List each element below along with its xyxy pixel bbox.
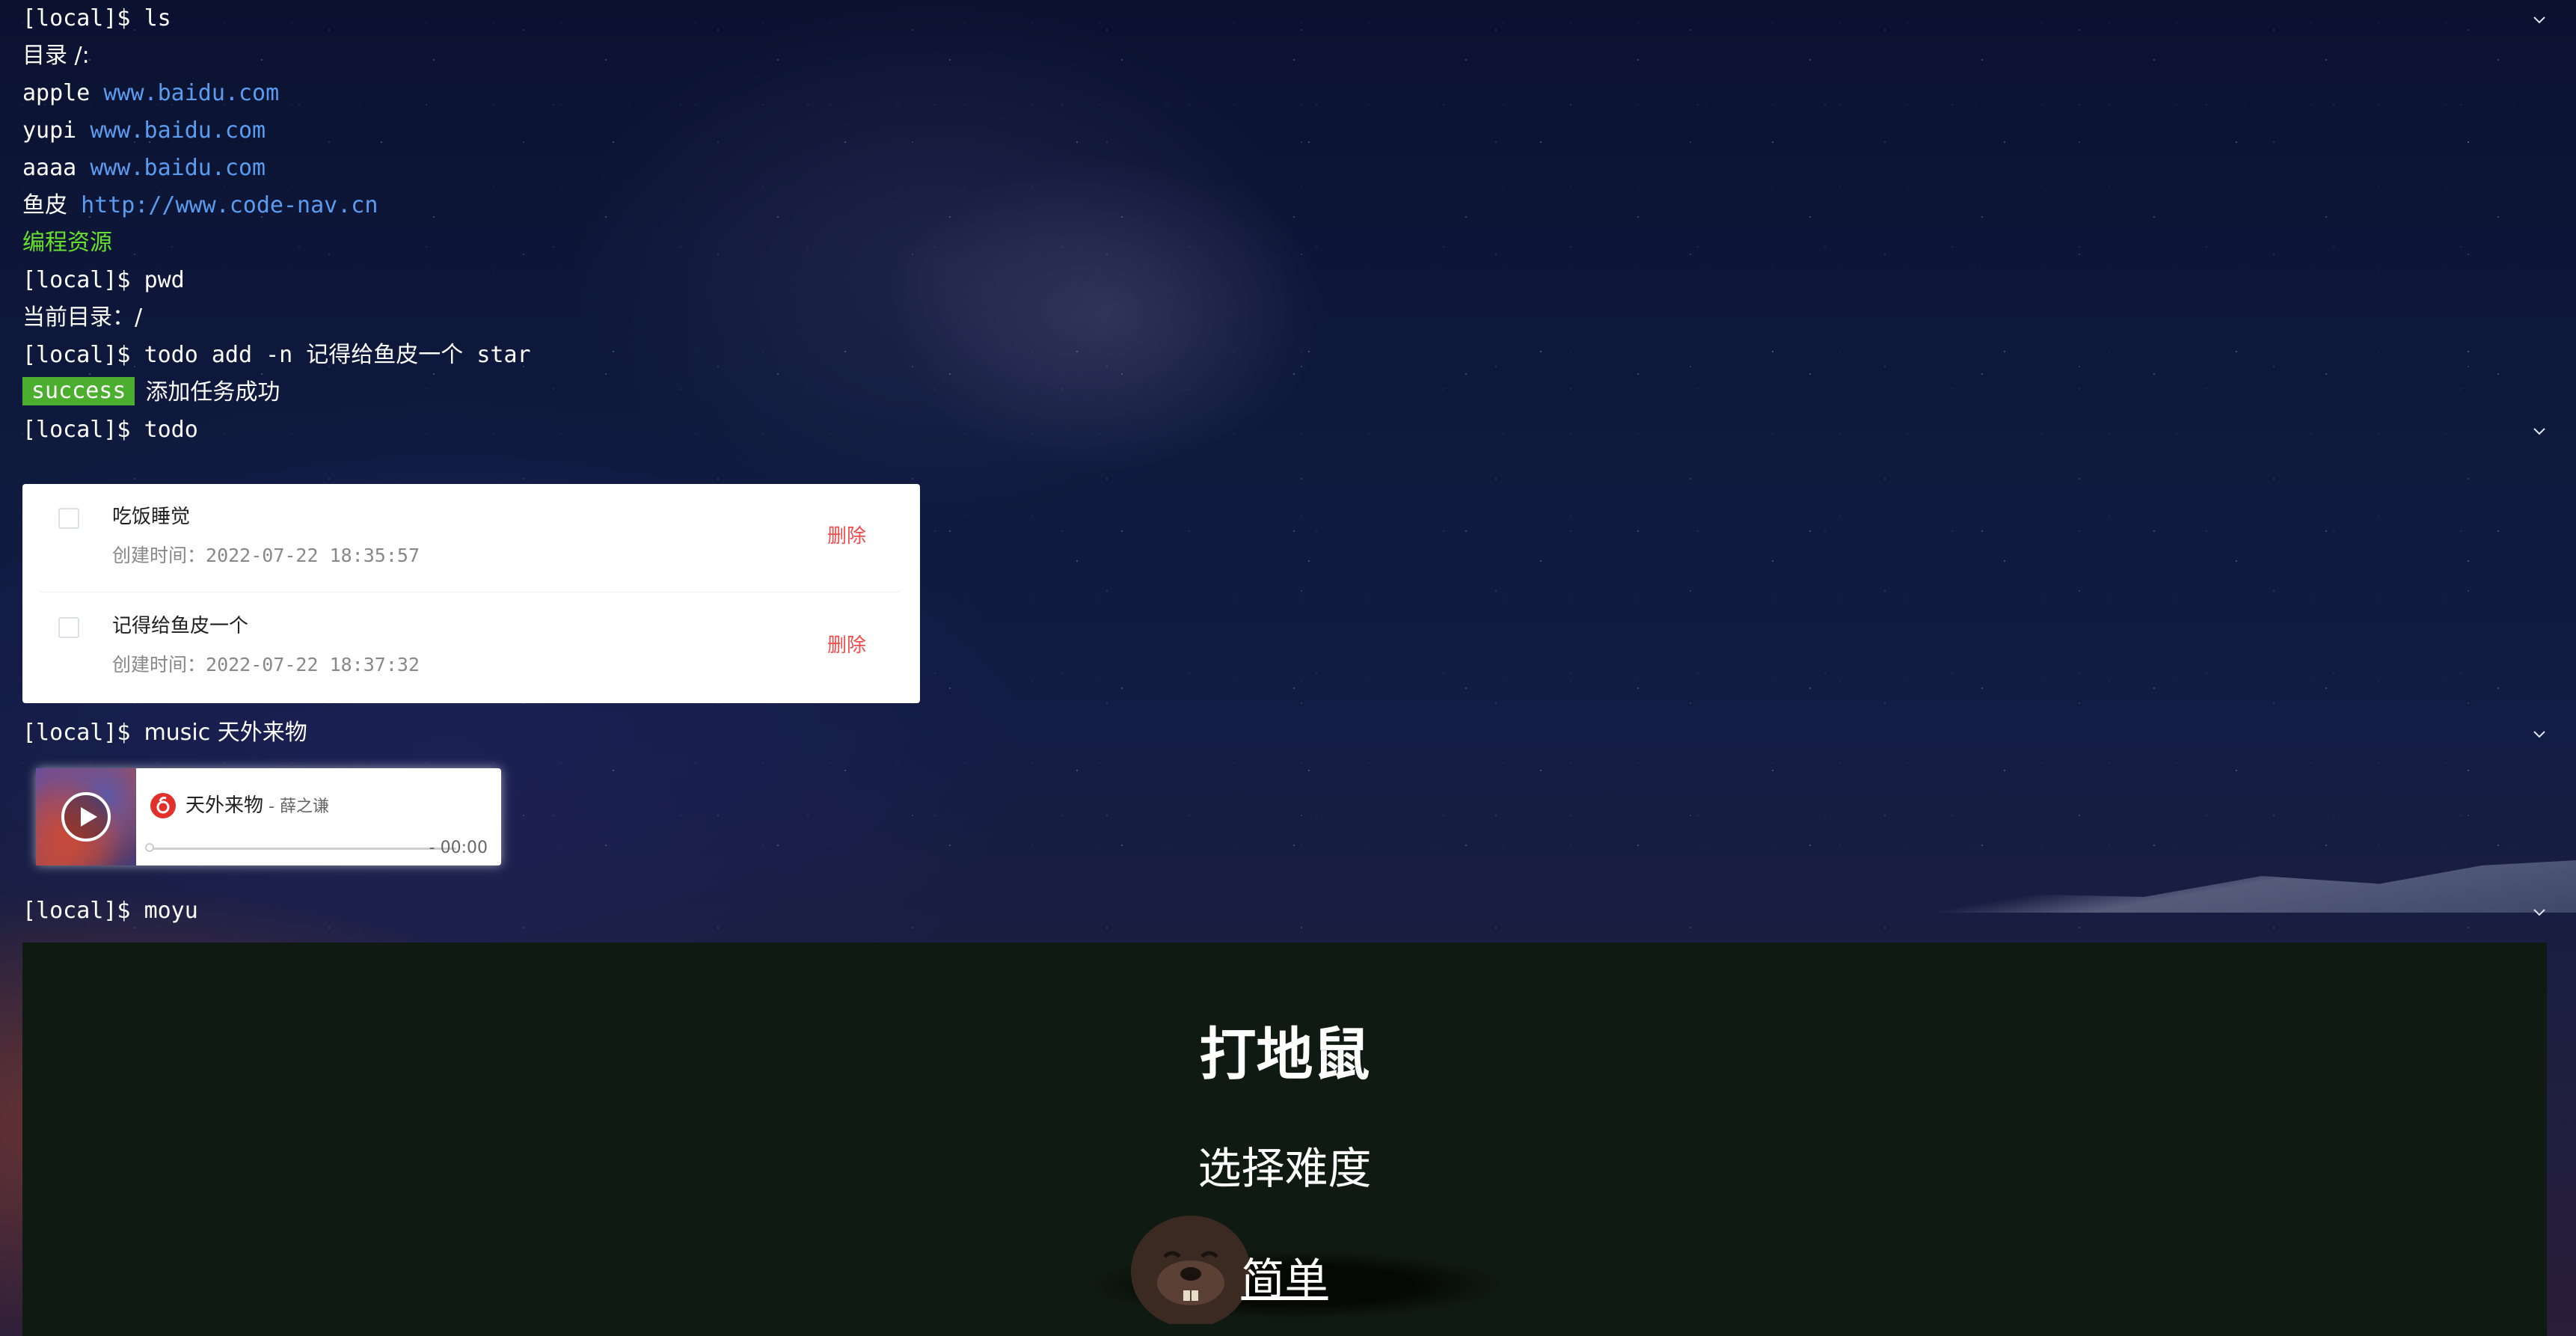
- prompt: [local]$: [22, 720, 144, 746]
- ls-dir-label: 目录 /:: [22, 43, 90, 69]
- command-line-moyu: [local]$ moyu: [22, 892, 2551, 930]
- progress-knob[interactable]: [145, 843, 154, 852]
- chevron-down-icon[interactable]: [2528, 4, 2551, 27]
- entry-name: yupi: [22, 117, 77, 144]
- music-player: 天外来物 - 薛之谦 - 00:00: [36, 768, 501, 865]
- chevron-down-icon[interactable]: [2528, 897, 2551, 919]
- time-label: 创建时间：: [112, 545, 206, 566]
- entry-link[interactable]: http://www.code-nav.cn: [81, 192, 378, 218]
- prompt: [local]$: [22, 417, 144, 443]
- time-label: 创建时间：: [112, 654, 206, 675]
- terminal-moyu-section: [local]$ moyu: [22, 892, 2551, 930]
- command-text: moyu: [144, 898, 198, 924]
- entry-name: aaaa: [22, 155, 77, 181]
- command-line-todo-add: [local]$ todo add -n 记得给鱼皮一个 star: [22, 337, 2551, 374]
- time-value: 2022-07-22 18:35:57: [206, 545, 420, 566]
- todo-list-card: 吃饭睡觉 创建时间：2022-07-22 18:35:57 删除 记得给鱼皮一个…: [22, 484, 920, 703]
- command-text: music 天外来物: [144, 720, 307, 746]
- list-item: 鱼皮 http://www.code-nav.cn: [22, 187, 2551, 224]
- delete-button[interactable]: 删除: [827, 523, 866, 550]
- command-text: pwd: [144, 267, 185, 293]
- prompt: [local]$: [22, 342, 144, 368]
- todo-add-result: success 添加任务成功: [22, 374, 2551, 411]
- todo-checkbox[interactable]: [58, 617, 79, 638]
- time-value: 2022-07-22 18:37:32: [206, 654, 420, 675]
- difficulty-label: 选择难度: [1197, 1143, 1372, 1194]
- prompt: [local]$: [22, 5, 144, 31]
- chevron-down-icon[interactable]: [2528, 416, 2551, 438]
- prompt: [local]$: [22, 267, 144, 293]
- game-title: 打地鼠: [1199, 1021, 1370, 1088]
- chevron-down-icon[interactable]: [2528, 719, 2551, 741]
- terminal-music-section: [local]$ music 天外来物: [22, 714, 2551, 752]
- todo-title: 吃饭睡觉: [112, 506, 191, 528]
- delete-button[interactable]: 删除: [827, 632, 866, 659]
- command-line-todo: [local]$ todo: [22, 411, 2551, 449]
- play-icon[interactable]: [60, 791, 112, 843]
- command-line-ls: [local]$ ls: [22, 0, 2551, 37]
- pwd-output: 当前目录：/: [22, 304, 143, 331]
- difficulty-easy-button[interactable]: 简单: [22, 1249, 2547, 1309]
- entry-link[interactable]: www.baidu.com: [103, 80, 279, 106]
- list-item: aaaa www.baidu.com: [22, 150, 2551, 187]
- list-item: 记得给鱼皮一个 创建时间：2022-07-22 18:37:32 删除: [40, 593, 899, 701]
- song-time: - 00:00: [429, 839, 488, 857]
- status-badge: success: [22, 376, 135, 405]
- whack-a-mole-game: 打地鼠 选择难度 简单: [22, 943, 2547, 1336]
- entry-link[interactable]: www.baidu.com: [90, 117, 266, 144]
- entry-name: 鱼皮: [22, 192, 67, 218]
- todo-checkbox[interactable]: [58, 508, 79, 529]
- netease-music-icon: [150, 793, 176, 818]
- prompt: [local]$: [22, 898, 144, 924]
- command-text: todo add -n 记得给鱼皮一个 star: [144, 342, 531, 368]
- command-line-music: [local]$ music 天外来物: [22, 714, 2551, 752]
- song-artist: - 薛之谦: [263, 797, 329, 816]
- list-item: apple www.baidu.com: [22, 75, 2551, 112]
- entry-name: apple: [22, 80, 91, 106]
- song-title: 天外来物 - 薛之谦: [185, 792, 329, 821]
- list-item: 吃饭睡觉 创建时间：2022-07-22 18:35:57 删除: [40, 484, 899, 592]
- terminal[interactable]: [local]$ ls 目录 /: apple www.baidu.com yu…: [22, 0, 2551, 449]
- result-message: 添加任务成功: [145, 379, 280, 405]
- command-text: todo: [144, 417, 198, 443]
- progress-bar[interactable]: [145, 843, 456, 852]
- entry-link[interactable]: www.baidu.com: [90, 155, 266, 181]
- todo-created-time: 创建时间：2022-07-22 18:35:57: [112, 542, 420, 569]
- command-line-pwd: [local]$ pwd: [22, 262, 2551, 299]
- todo-created-time: 创建时间：2022-07-22 18:37:32: [112, 652, 420, 678]
- list-item: yupi www.baidu.com: [22, 112, 2551, 150]
- folder-entry[interactable]: 编程资源: [22, 224, 2551, 262]
- song-name: 天外来物: [185, 794, 264, 817]
- command-text: ls: [144, 5, 171, 31]
- todo-title: 记得给鱼皮一个: [112, 615, 249, 637]
